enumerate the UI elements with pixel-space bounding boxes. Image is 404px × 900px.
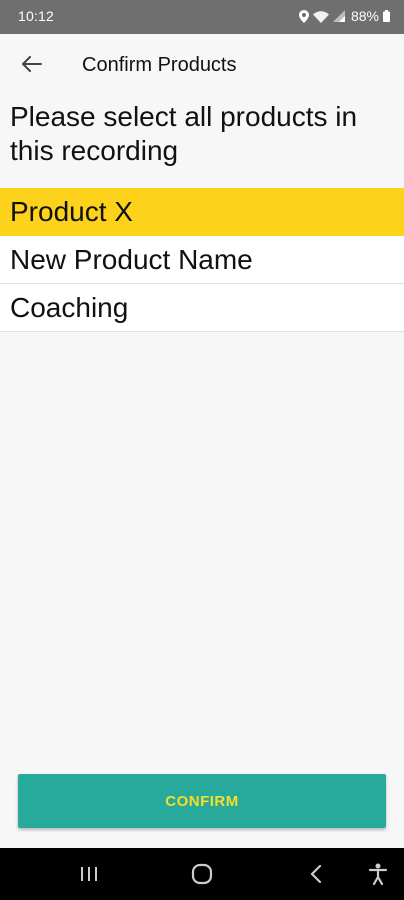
battery-icon (383, 10, 390, 22)
wifi-icon (312, 10, 329, 23)
confirm-button[interactable]: CONFIRM (18, 774, 386, 828)
status-bar: 10:12 88% (0, 0, 404, 34)
product-item-new-product-name[interactable]: New Product Name (0, 236, 404, 284)
accessibility-icon[interactable] (364, 860, 392, 888)
back-icon[interactable] (302, 860, 330, 888)
home-icon[interactable] (188, 860, 216, 888)
recent-apps-icon[interactable] (75, 860, 103, 888)
product-list: Product X New Product Name Coaching (0, 188, 404, 332)
status-time: 10:12 (18, 8, 55, 24)
back-button[interactable] (14, 48, 50, 84)
product-label: Coaching (10, 292, 129, 323)
system-nav-bar (0, 848, 404, 900)
page-title: Confirm Products (82, 54, 237, 76)
instruction-text: Please select all products in this recor… (10, 101, 358, 166)
product-item-coaching[interactable]: Coaching (0, 284, 404, 332)
battery-percentage: 88% (350, 8, 379, 24)
signal-icon (332, 10, 345, 22)
location-icon (298, 9, 309, 23)
product-label: Product X (10, 196, 133, 227)
arrow-left-icon (22, 55, 42, 77)
status-icons: 88% (298, 8, 390, 24)
product-label: New Product Name (10, 244, 253, 275)
product-item-product-x[interactable]: Product X (0, 188, 404, 236)
app-bar: Confirm Products (0, 34, 404, 98)
